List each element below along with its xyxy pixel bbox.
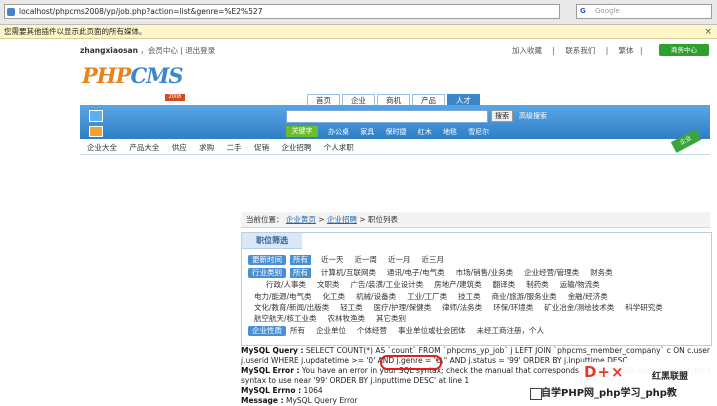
filter-option[interactable]: 未经工商注册，个人 — [477, 326, 545, 335]
filter-option[interactable]: 行政/人事类 — [266, 280, 306, 289]
filter-option[interactable]: 事业单位或社会团体 — [398, 326, 466, 335]
member-center-link[interactable]: 会员中心 — [148, 46, 178, 55]
filter-row-industry-5: 航空航天/核工业类 农林牧渔类 其它类别 — [254, 314, 417, 324]
watermark-logo-text: 红黑联盟 — [652, 372, 689, 382]
filter-option[interactable]: 财务类 — [590, 268, 613, 277]
hot-keywords: 办公桌 家具 保时捷 红木 地毯 雪尼尔 — [328, 127, 498, 137]
filter-row-industry-4: 文化/教育/新闻/出版类 轻工类 医疗/护理/保健类 律师/法务类 环保/环境类 矿业冶金… — [254, 303, 674, 313]
hot-keyword-label: 关键字 — [286, 126, 318, 137]
filter-option[interactable]: 电力/能源/电气类 — [254, 292, 312, 301]
hot-keyword[interactable]: 地毯 — [443, 128, 457, 136]
hot-keyword[interactable]: 保时捷 — [385, 128, 406, 136]
filter-option[interactable]: 企业经营/管理类 — [524, 268, 579, 277]
search-button[interactable]: 搜索 — [491, 110, 513, 122]
filter-option[interactable]: 农林牧渔类 — [328, 314, 366, 323]
contact-link[interactable]: 联系我们 — [565, 46, 595, 55]
watermark-bottom: 自学PHP网_php学习_php教 — [526, 382, 717, 406]
category-link[interactable]: 个人求职 — [324, 143, 354, 152]
filter-option[interactable]: 计算机/互联网类 — [321, 268, 376, 277]
username: zhangxiaosan — [80, 46, 138, 55]
filter-option[interactable]: 矿业冶金/测绘技术类 — [544, 303, 614, 312]
filter-option[interactable]: 近一月 — [388, 255, 411, 264]
filter-option[interactable]: 航空航天/核工业类 — [254, 314, 317, 323]
watermark-logo: D+× — [584, 363, 625, 381]
add-favorite-link[interactable]: 加入收藏 — [512, 46, 542, 55]
filter-option[interactable]: 制药类 — [526, 280, 549, 289]
filter-option[interactable]: 房地产/建筑类 — [434, 280, 482, 289]
filter-option[interactable]: 文职类 — [317, 280, 340, 289]
filter-option[interactable]: 通讯/电子/电气类 — [387, 268, 445, 277]
breadcrumb-current: 职位列表 — [368, 215, 399, 224]
category-link[interactable]: 企业招聘 — [281, 143, 311, 152]
filter-row-industry-3: 电力/能源/电气类 化工类 机械/设备类 工业/工厂类 技工类 商业/旅游/服务业类 金融/… — [254, 292, 619, 302]
filter-option[interactable]: 企业单位 — [316, 326, 346, 335]
filter-option[interactable]: 个体经营 — [357, 326, 387, 335]
category-bar: 企业大全 产品大全 供应 求购 二手 促销 企业招聘 个人求职 — [80, 141, 710, 155]
close-icon[interactable]: × — [704, 26, 712, 38]
filter-row-nature: 企业性质 所有 企业单位 个体经营 事业单位或社会团体 未经工商注册，个人 — [248, 326, 555, 336]
category-icon — [89, 110, 103, 122]
filter-option[interactable]: 近三月 — [422, 255, 445, 264]
filter-row-industry: 行业类别 所有 计算机/互联网类 通讯/电子/电气类 市场/销售/业务类 企业经营/管理类… — [248, 268, 624, 278]
filter-option[interactable]: 机械/设备类 — [356, 292, 396, 301]
filter-option[interactable]: 市场/销售/业务类 — [456, 268, 514, 277]
breadcrumb-link[interactable]: 企业招聘 — [327, 215, 357, 224]
filter-option[interactable]: 工业/工厂类 — [407, 292, 447, 301]
watermark-icon — [530, 388, 542, 400]
sql-query-line: MySQL Query : SELECT COUNT(*) AS `count`… — [241, 346, 710, 355]
filter-row-industry-2: 行政/人事类 文职类 广告/装潢/工业设计类 房地产/建筑类 翻译类 制药类 运输/物流类 — [266, 280, 611, 290]
filter-option[interactable]: 近一周 — [355, 255, 378, 264]
filter-option[interactable]: 金融/经济类 — [568, 292, 608, 301]
filter-option[interactable]: 所有 — [290, 326, 305, 335]
advanced-search-link[interactable]: 高级搜索 — [519, 111, 547, 121]
filter-option[interactable]: 环保/环境类 — [493, 303, 533, 312]
category-link[interactable]: 供应 — [172, 143, 187, 152]
hot-keyword[interactable]: 雪尼尔 — [468, 128, 489, 136]
url-input[interactable]: localhost/phpcms2008/yp/job.php?action=l… — [4, 4, 560, 19]
hot-keyword[interactable]: 红木 — [418, 128, 432, 136]
traditional-link[interactable]: 繁体 — [619, 46, 634, 55]
filter-option[interactable]: 医疗/护理/保健类 — [374, 303, 432, 312]
logout-link[interactable]: 退出登录 — [185, 46, 215, 55]
category-link[interactable]: 求购 — [199, 143, 214, 152]
hot-keyword[interactable]: 办公桌 — [328, 128, 349, 136]
google-icon[interactable]: G — [580, 7, 590, 16]
favicon-icon — [7, 8, 15, 16]
user-bar: zhangxiaosan ，会员中心 | 退出登录 — [80, 46, 216, 55]
filter-option[interactable]: 技工类 — [458, 292, 481, 301]
filter-option[interactable]: 商业/旅游/服务业类 — [492, 292, 557, 301]
filter-all[interactable]: 所有 — [290, 268, 311, 278]
hot-keyword[interactable]: 家具 — [360, 128, 374, 136]
business-center-button[interactable]: 商务中心 — [659, 44, 709, 56]
plugin-notification-bar: 您需要其他插件以显示此页面的所有媒体。 — [0, 25, 717, 39]
filter-option[interactable]: 文化/教育/新闻/出版类 — [254, 303, 329, 312]
filter-option[interactable]: 翻译类 — [493, 280, 516, 289]
search-input[interactable] — [286, 110, 488, 123]
site-logo[interactable]: PHPCMS — [82, 63, 184, 88]
browser-search-input[interactable]: Google — [576, 4, 712, 19]
highlight-circle — [380, 355, 442, 370]
filter-option[interactable]: 律师/法务类 — [442, 303, 482, 312]
category-link[interactable]: 二手 — [227, 143, 242, 152]
top-links: 加入收藏 | 联系我们 | 繁体 | — [512, 46, 643, 55]
filter-option[interactable]: 科学研究类 — [625, 303, 663, 312]
filter-option[interactable]: 广告/装潢/工业设计类 — [351, 280, 424, 289]
breadcrumb: 当前位置： 企业黄页 > 企业招聘 > 职位列表 — [241, 212, 710, 228]
folder-icon — [89, 126, 103, 137]
filter-row-time: 更新时间 所有 近一天 近一周 近一月 近三月 — [248, 255, 455, 265]
category-link[interactable]: 企业大全 — [87, 143, 117, 152]
breadcrumb-link[interactable]: 企业黄页 — [286, 215, 316, 224]
filter-option[interactable]: 运输/物流类 — [560, 280, 600, 289]
search-bar: 搜索 高级搜索 关键字 办公桌 家具 保时捷 红木 地毯 雪尼尔 企业 — [80, 105, 710, 153]
category-link[interactable]: 促销 — [254, 143, 269, 152]
filter-all[interactable]: 所有 — [290, 255, 311, 265]
logo-version-badge: 2008 — [165, 94, 185, 101]
category-link[interactable]: 产品大全 — [129, 143, 159, 152]
filter-title: 职位筛选 — [242, 233, 302, 249]
filter-option[interactable]: 轻工类 — [340, 303, 363, 312]
filter-option[interactable]: 近一天 — [321, 255, 344, 264]
filter-option[interactable]: 其它类别 — [376, 314, 406, 323]
filter-option[interactable]: 化工类 — [323, 292, 346, 301]
